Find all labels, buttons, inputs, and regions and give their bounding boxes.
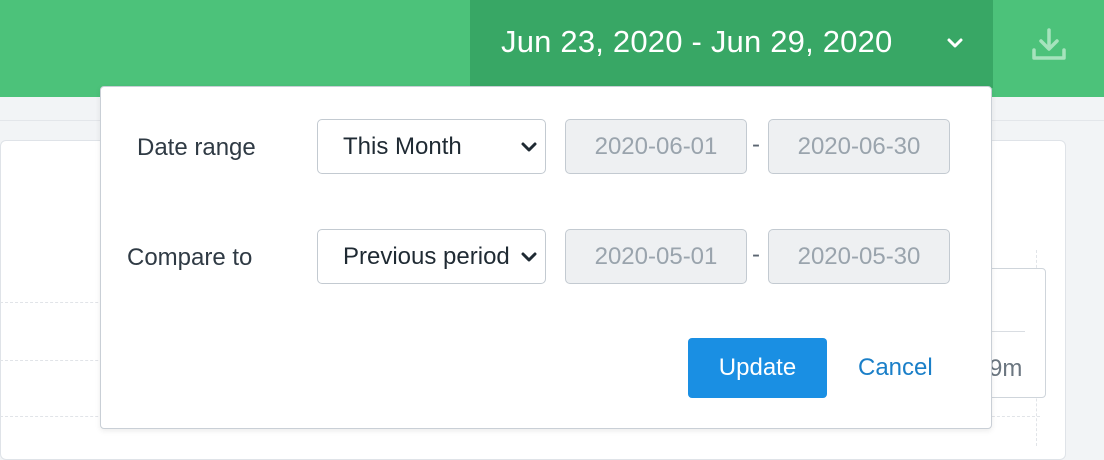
date-separator: - bbox=[752, 241, 760, 268]
chevron-down-icon bbox=[521, 142, 537, 152]
cancel-button[interactable]: Cancel bbox=[858, 354, 933, 382]
compare-end-input[interactable]: 2020-05-30 bbox=[768, 229, 950, 284]
chevron-down-icon bbox=[521, 252, 537, 262]
compare-to-select[interactable]: Previous period bbox=[317, 229, 546, 284]
date-range-selected: This Month bbox=[343, 133, 462, 160]
tooltip-value: 9m bbox=[989, 355, 1023, 382]
date-range-toggle[interactable]: Jun 23, 2020 - Jun 29, 2020 bbox=[470, 0, 993, 88]
date-range-start-input[interactable]: 2020-06-01 bbox=[565, 119, 747, 174]
update-button[interactable]: Update bbox=[688, 338, 827, 398]
compare-to-selected: Previous period bbox=[343, 243, 510, 270]
date-separator: - bbox=[752, 131, 760, 158]
compare-to-label: Compare to bbox=[127, 244, 253, 271]
date-range-label: Date range bbox=[137, 134, 256, 161]
date-range-popover: Date range This Month 2020-06-01 - 2020-… bbox=[100, 86, 992, 429]
download-icon[interactable] bbox=[1030, 26, 1068, 64]
compare-start-input[interactable]: 2020-05-01 bbox=[565, 229, 747, 284]
date-range-end-input[interactable]: 2020-06-30 bbox=[768, 119, 950, 174]
date-range-display: Jun 23, 2020 - Jun 29, 2020 bbox=[501, 24, 893, 59]
chevron-down-icon bbox=[947, 38, 963, 48]
date-range-select[interactable]: This Month bbox=[317, 119, 546, 174]
